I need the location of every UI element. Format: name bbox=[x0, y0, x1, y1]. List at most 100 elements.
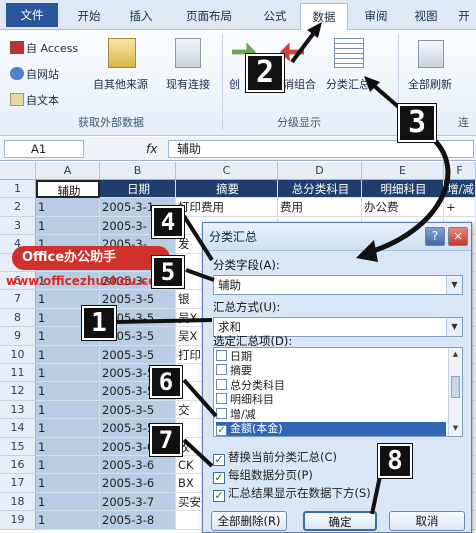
tab-formulas[interactable]: 公式 bbox=[252, 3, 298, 30]
row-header[interactable]: 11 bbox=[0, 364, 36, 383]
table-cell[interactable]: 1 bbox=[36, 511, 100, 530]
tab-developer[interactable]: 开 bbox=[452, 3, 476, 30]
row-header[interactable]: 1 bbox=[0, 180, 36, 199]
from-access-button[interactable]: 自 Access bbox=[10, 40, 78, 56]
column-header[interactable]: A bbox=[36, 162, 100, 180]
checkbox-icon bbox=[216, 364, 227, 376]
summary-below-option[interactable]: ✓ 汇总结果显示在数据下方(S) bbox=[213, 485, 371, 502]
existing-connections-button[interactable]: 现有连接 bbox=[166, 76, 210, 92]
subtotal-item[interactable]: ✓ 金额(本金) bbox=[216, 422, 446, 436]
table-cell[interactable]: 1 bbox=[36, 492, 100, 512]
table-cell[interactable]: 1 bbox=[36, 474, 100, 493]
tab-data[interactable]: 数据 bbox=[300, 3, 348, 31]
close-button[interactable]: × bbox=[448, 227, 468, 246]
remove-all-button[interactable]: 全部删除(R) bbox=[211, 511, 287, 531]
ungroup-button[interactable]: 消组合 bbox=[283, 76, 316, 92]
table-cell[interactable]: 2005-3-8 bbox=[100, 511, 176, 530]
ribbon-separator bbox=[222, 34, 223, 130]
row-header[interactable]: 18 bbox=[0, 492, 36, 512]
column-header[interactable]: F bbox=[444, 162, 476, 180]
scroll-up-icon[interactable]: ▲ bbox=[451, 350, 460, 360]
subtotal-item-label: 明细科目 bbox=[230, 393, 274, 407]
subtotal-item[interactable]: 日期 bbox=[216, 350, 446, 364]
subtotal-item[interactable]: 增/减 bbox=[216, 407, 446, 422]
help-button[interactable]: ? bbox=[425, 227, 445, 246]
table-cell[interactable]: 1 bbox=[36, 216, 100, 236]
table-cell[interactable]: 1 bbox=[36, 400, 100, 420]
column-header[interactable]: E bbox=[362, 162, 444, 180]
table-cell[interactable]: 费用 bbox=[278, 198, 362, 217]
row-header[interactable]: 16 bbox=[0, 456, 36, 475]
page-break-option[interactable]: ✓ 每组数据分页(P) bbox=[213, 467, 313, 484]
row-header[interactable]: 7 bbox=[0, 290, 36, 309]
tab-insert[interactable]: 插入 bbox=[118, 3, 164, 30]
table-cell[interactable]: 2005-3-6 bbox=[100, 456, 176, 475]
fx-icon[interactable]: fx bbox=[146, 140, 157, 158]
table-cell[interactable]: 1 bbox=[36, 437, 100, 456]
subtotal-item[interactable]: 总分类科目 bbox=[216, 378, 446, 393]
tab-page-layout[interactable]: 页面布局 bbox=[170, 3, 248, 30]
tab-home[interactable]: 开始 bbox=[66, 3, 112, 30]
row-header[interactable]: 17 bbox=[0, 474, 36, 493]
table-cell[interactable]: 2005-3-7 bbox=[100, 492, 176, 512]
table-cell[interactable]: 1 bbox=[36, 419, 100, 438]
header-cell[interactable]: 明细科目 bbox=[362, 180, 444, 199]
table-cell[interactable]: 1 bbox=[36, 456, 100, 475]
formula-input[interactable]: 辅助 bbox=[168, 140, 474, 158]
row-header[interactable]: 8 bbox=[0, 308, 36, 328]
table-cell[interactable]: 1 bbox=[36, 345, 100, 364]
cancel-button[interactable]: 取消 bbox=[389, 511, 465, 531]
name-box[interactable]: A1 bbox=[4, 140, 84, 158]
column-header[interactable]: D bbox=[278, 162, 362, 180]
subtotal-item[interactable]: 摘要 bbox=[216, 364, 446, 378]
scroll-down-icon[interactable]: ▼ bbox=[451, 424, 460, 434]
table-cell[interactable]: 办公费 bbox=[362, 198, 444, 217]
column-header[interactable]: B bbox=[100, 162, 176, 180]
row-header[interactable]: 12 bbox=[0, 382, 36, 401]
ok-button[interactable]: 确定 bbox=[303, 511, 377, 531]
row-header[interactable]: 13 bbox=[0, 400, 36, 420]
row-header[interactable]: 3 bbox=[0, 216, 36, 236]
list-scrollbar[interactable]: ▲ ▼ bbox=[448, 348, 462, 436]
row-header[interactable]: 19 bbox=[0, 511, 36, 530]
from-web-button[interactable]: 自网站 bbox=[10, 66, 59, 82]
table-cell[interactable]: 1 bbox=[36, 382, 100, 401]
tab-view[interactable]: 视图 bbox=[404, 3, 448, 30]
create-group-button[interactable]: 创 bbox=[229, 76, 240, 92]
header-cell[interactable]: 摘要 bbox=[176, 180, 278, 199]
table-cell[interactable]: 1 bbox=[36, 198, 100, 217]
office-assistant-logo: Office办公助手 bbox=[12, 246, 170, 270]
header-cell[interactable]: 总分类科目 bbox=[278, 180, 362, 199]
method-label: 汇总方式(U): bbox=[213, 300, 281, 314]
access-icon bbox=[10, 41, 24, 54]
row-header[interactable]: 15 bbox=[0, 437, 36, 456]
scroll-thumb[interactable] bbox=[451, 376, 460, 398]
header-cell[interactable]: 辅助 bbox=[36, 180, 100, 199]
row-header[interactable]: 9 bbox=[0, 327, 36, 346]
select-all-corner[interactable] bbox=[0, 162, 36, 180]
column-header[interactable]: C bbox=[176, 162, 278, 180]
row-header[interactable]: 2 bbox=[0, 198, 36, 217]
chevron-down-icon: ▼ bbox=[446, 318, 462, 336]
table-cell[interactable]: 打印费用 bbox=[176, 198, 278, 217]
header-cell[interactable]: 日期 bbox=[100, 180, 176, 199]
subtotal-button[interactable]: 分类汇总 bbox=[326, 76, 370, 92]
table-cell[interactable]: 2005-3-6 bbox=[100, 474, 176, 493]
from-text-button[interactable]: 自文本 bbox=[10, 92, 59, 108]
subtotal-items-list[interactable]: 日期 摘要 总分类科目 明细科目 增/减 ✓ 金额(本金) ▲ ▼ bbox=[213, 347, 463, 437]
subtotal-field-select[interactable]: 辅助 ▼ bbox=[213, 275, 463, 295]
table-cell[interactable]: 2005-3-5 bbox=[100, 345, 176, 364]
checkbox-checked-icon: ✓ bbox=[213, 471, 225, 484]
table-cell[interactable]: + bbox=[444, 198, 476, 217]
subtotal-item[interactable]: 明细科目 bbox=[216, 393, 446, 407]
row-header[interactable]: 14 bbox=[0, 419, 36, 438]
table-cell[interactable]: 2005-3-5 bbox=[100, 400, 176, 420]
other-sources-button[interactable]: 自其他来源 bbox=[93, 76, 148, 92]
table-cell[interactable]: 1 bbox=[36, 364, 100, 383]
refresh-all-button[interactable]: 全部刷新 bbox=[408, 76, 452, 92]
row-header[interactable]: 10 bbox=[0, 345, 36, 364]
tab-file[interactable]: 文件 bbox=[6, 3, 58, 27]
header-cell[interactable]: 增/减 bbox=[444, 180, 476, 199]
replace-current-option[interactable]: ✓ 替换当前分类汇总(C) bbox=[213, 449, 337, 466]
tab-review[interactable]: 审阅 bbox=[354, 3, 398, 30]
